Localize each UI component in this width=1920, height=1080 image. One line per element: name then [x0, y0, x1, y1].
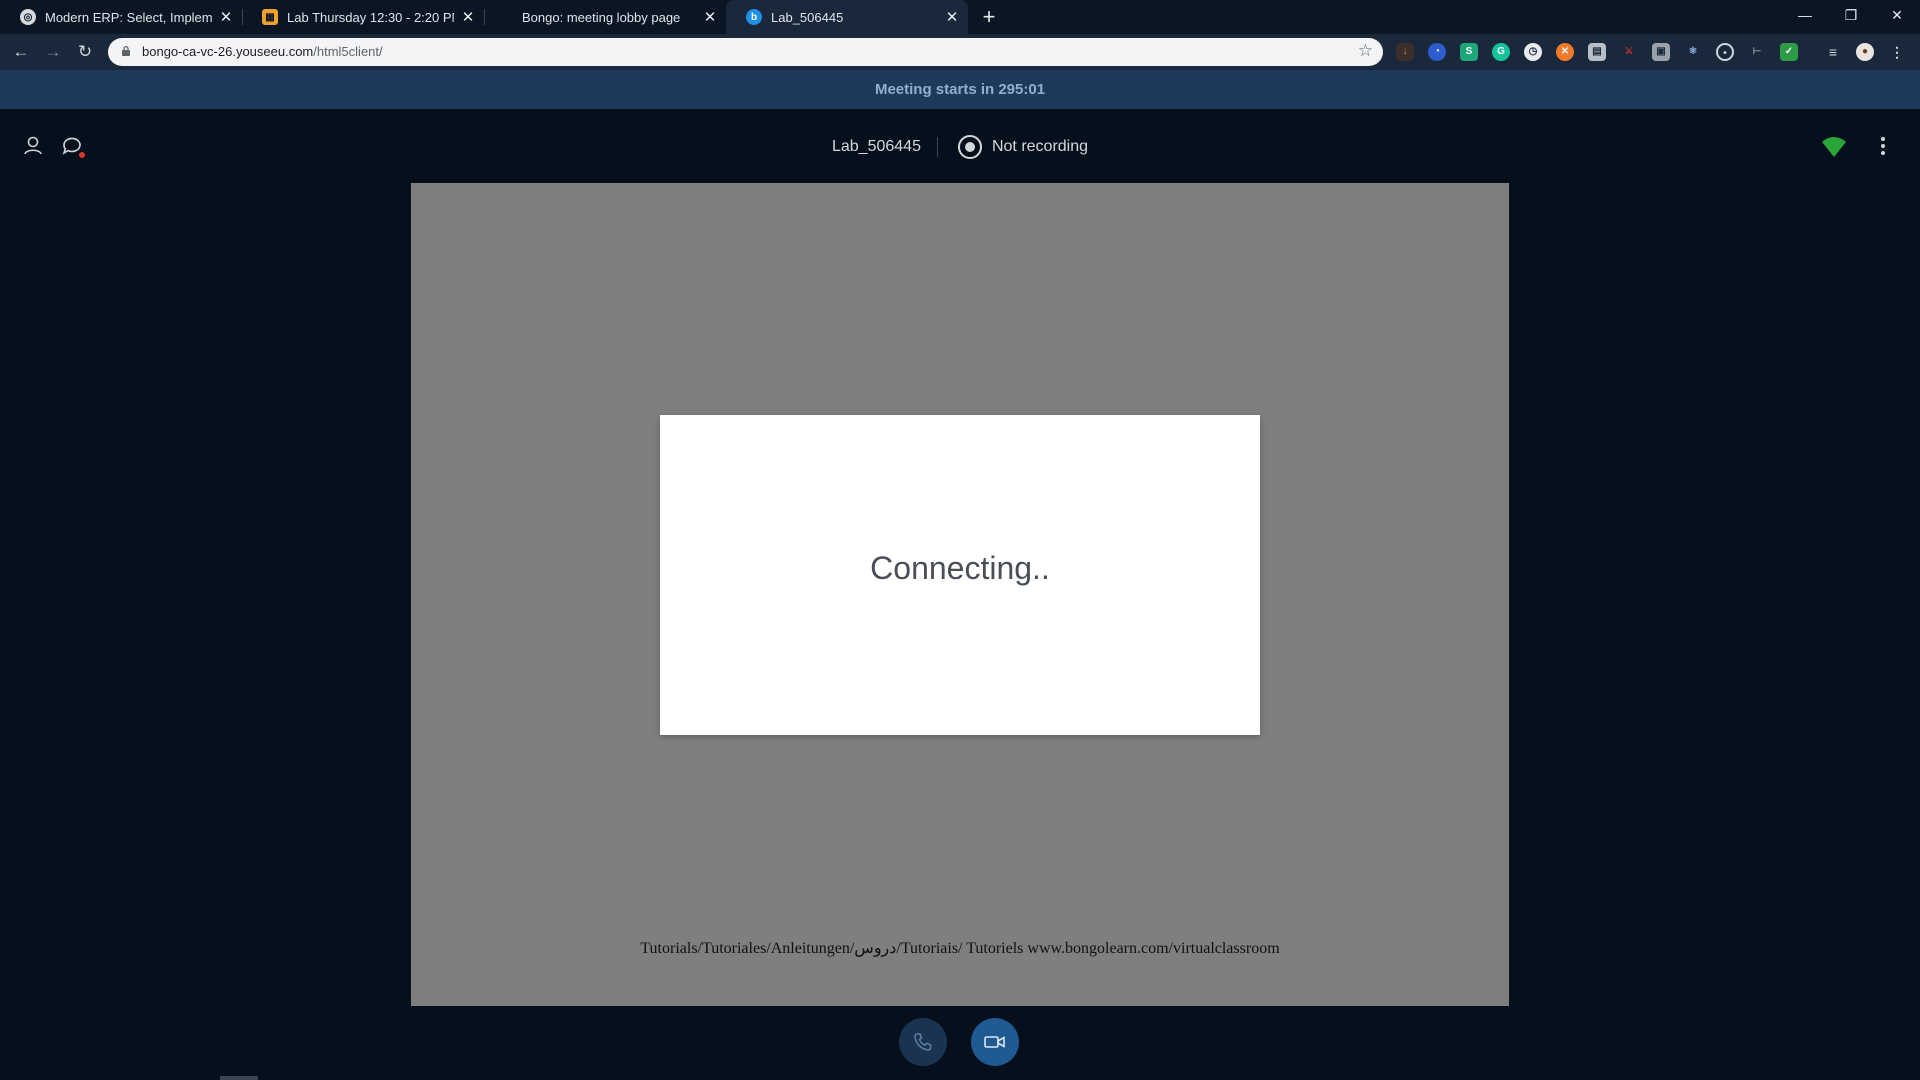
extension-s-icon[interactable]: S	[1460, 43, 1478, 61]
meeting-start-banner: Meeting starts in 295:01	[0, 70, 1920, 109]
new-tab-button[interactable]: +	[976, 4, 1002, 30]
extension-blocked-icon[interactable]: ⚔	[1620, 43, 1638, 61]
forward-icon[interactable]: →	[40, 39, 66, 65]
options-menu-icon[interactable]	[1870, 133, 1896, 159]
phone-icon	[914, 1033, 932, 1051]
extension-target-icon[interactable]: •	[1716, 43, 1734, 61]
meeting-title-bar: Lab_506445 Not recording	[0, 135, 1920, 159]
calendar-icon: ▦	[262, 9, 278, 25]
browser-tab-lab-506445[interactable]: b Lab_506445 ✕	[726, 0, 968, 34]
extension-box-icon[interactable]: ▣	[1652, 43, 1670, 61]
extension-printer-icon[interactable]: ▤	[1588, 43, 1606, 61]
extension-clock-icon[interactable]: ◷	[1524, 43, 1542, 61]
bookmark-star-icon[interactable]: ☆	[1358, 41, 1373, 61]
connecting-modal: Connecting..	[660, 415, 1260, 735]
globe-icon: ◎	[20, 9, 36, 25]
minimize-window-icon[interactable]: —	[1783, 0, 1827, 30]
recording-status-label: Not recording	[991, 138, 1089, 155]
bottom-handle	[220, 1076, 258, 1080]
tutorials-text: Tutorials/Tutoriales/Anleitungen/دروس/Tu…	[640, 940, 1280, 957]
recording-status[interactable]: Not recording	[957, 135, 1089, 159]
address-path: /html5client/	[313, 44, 383, 59]
grammarly-icon[interactable]: G	[1492, 43, 1510, 61]
browser-toolbar: ← → ↻ bongo-ca-vc-26.youseeu.com/html5cl…	[0, 34, 1920, 70]
close-tab-icon[interactable]: ✕	[702, 8, 718, 26]
extension-download-icon[interactable]: ↓	[1396, 43, 1414, 61]
address-host: bongo-ca-vc-26.youseeu.com	[142, 44, 314, 59]
join-audio-button[interactable]	[899, 1018, 947, 1066]
close-tab-icon[interactable]: ✕	[944, 8, 960, 26]
extension-circle-icon[interactable]: ◔	[1428, 43, 1446, 61]
lock-icon	[122, 46, 130, 56]
meeting-name: Lab_506445	[832, 137, 938, 157]
share-webcam-button[interactable]	[971, 1018, 1019, 1066]
address-url: bongo-ca-vc-26.youseeu.com/html5client/	[142, 44, 383, 59]
back-icon[interactable]: ←	[8, 39, 34, 65]
meeting-countdown-text: Meeting starts in 295:01	[874, 81, 1046, 98]
record-icon	[957, 135, 982, 159]
reading-list-icon[interactable]: ≡	[1824, 43, 1842, 61]
extension-orange-icon[interactable]: ✕	[1556, 43, 1574, 61]
video-camera-icon	[984, 1036, 1005, 1048]
reload-icon[interactable]: ↻	[72, 39, 98, 65]
close-tab-icon[interactable]: ✕	[218, 8, 234, 26]
profile-avatar[interactable]: ●	[1856, 43, 1874, 61]
connection-status-icon[interactable]	[1821, 133, 1847, 159]
extension-measure-icon[interactable]: ⊢	[1748, 43, 1766, 61]
close-tab-icon[interactable]: ✕	[460, 8, 476, 26]
connecting-message: Connecting..	[870, 549, 1050, 586]
address-bar[interactable]: bongo-ca-vc-26.youseeu.com/html5client/ …	[108, 38, 1383, 66]
shield-icon[interactable]: ✓	[1780, 43, 1798, 61]
meeting-header: Lab_506445 Not recording	[0, 109, 1920, 184]
browser-tab-strip: ◎ Modern ERP: Select, Implement, ... ✕ ▦…	[0, 0, 1920, 34]
close-window-icon[interactable]: ✕	[1875, 0, 1919, 30]
browser-tab-lab-thursday[interactable]: ▦ Lab Thursday 12:30 - 2:20 PM - 2... ✕	[242, 0, 484, 34]
restore-window-icon[interactable]: ❐	[1829, 0, 1873, 30]
browser-menu-icon[interactable]: ⋮	[1888, 43, 1906, 61]
browser-tab-erp[interactable]: ◎ Modern ERP: Select, Implement, ... ✕	[0, 0, 242, 34]
bongo-icon: b	[746, 9, 762, 25]
extension-react-icon[interactable]: ⚛	[1684, 43, 1702, 61]
browser-tab-bongo-lobby[interactable]: Bongo: meeting lobby page ✕	[484, 0, 726, 34]
